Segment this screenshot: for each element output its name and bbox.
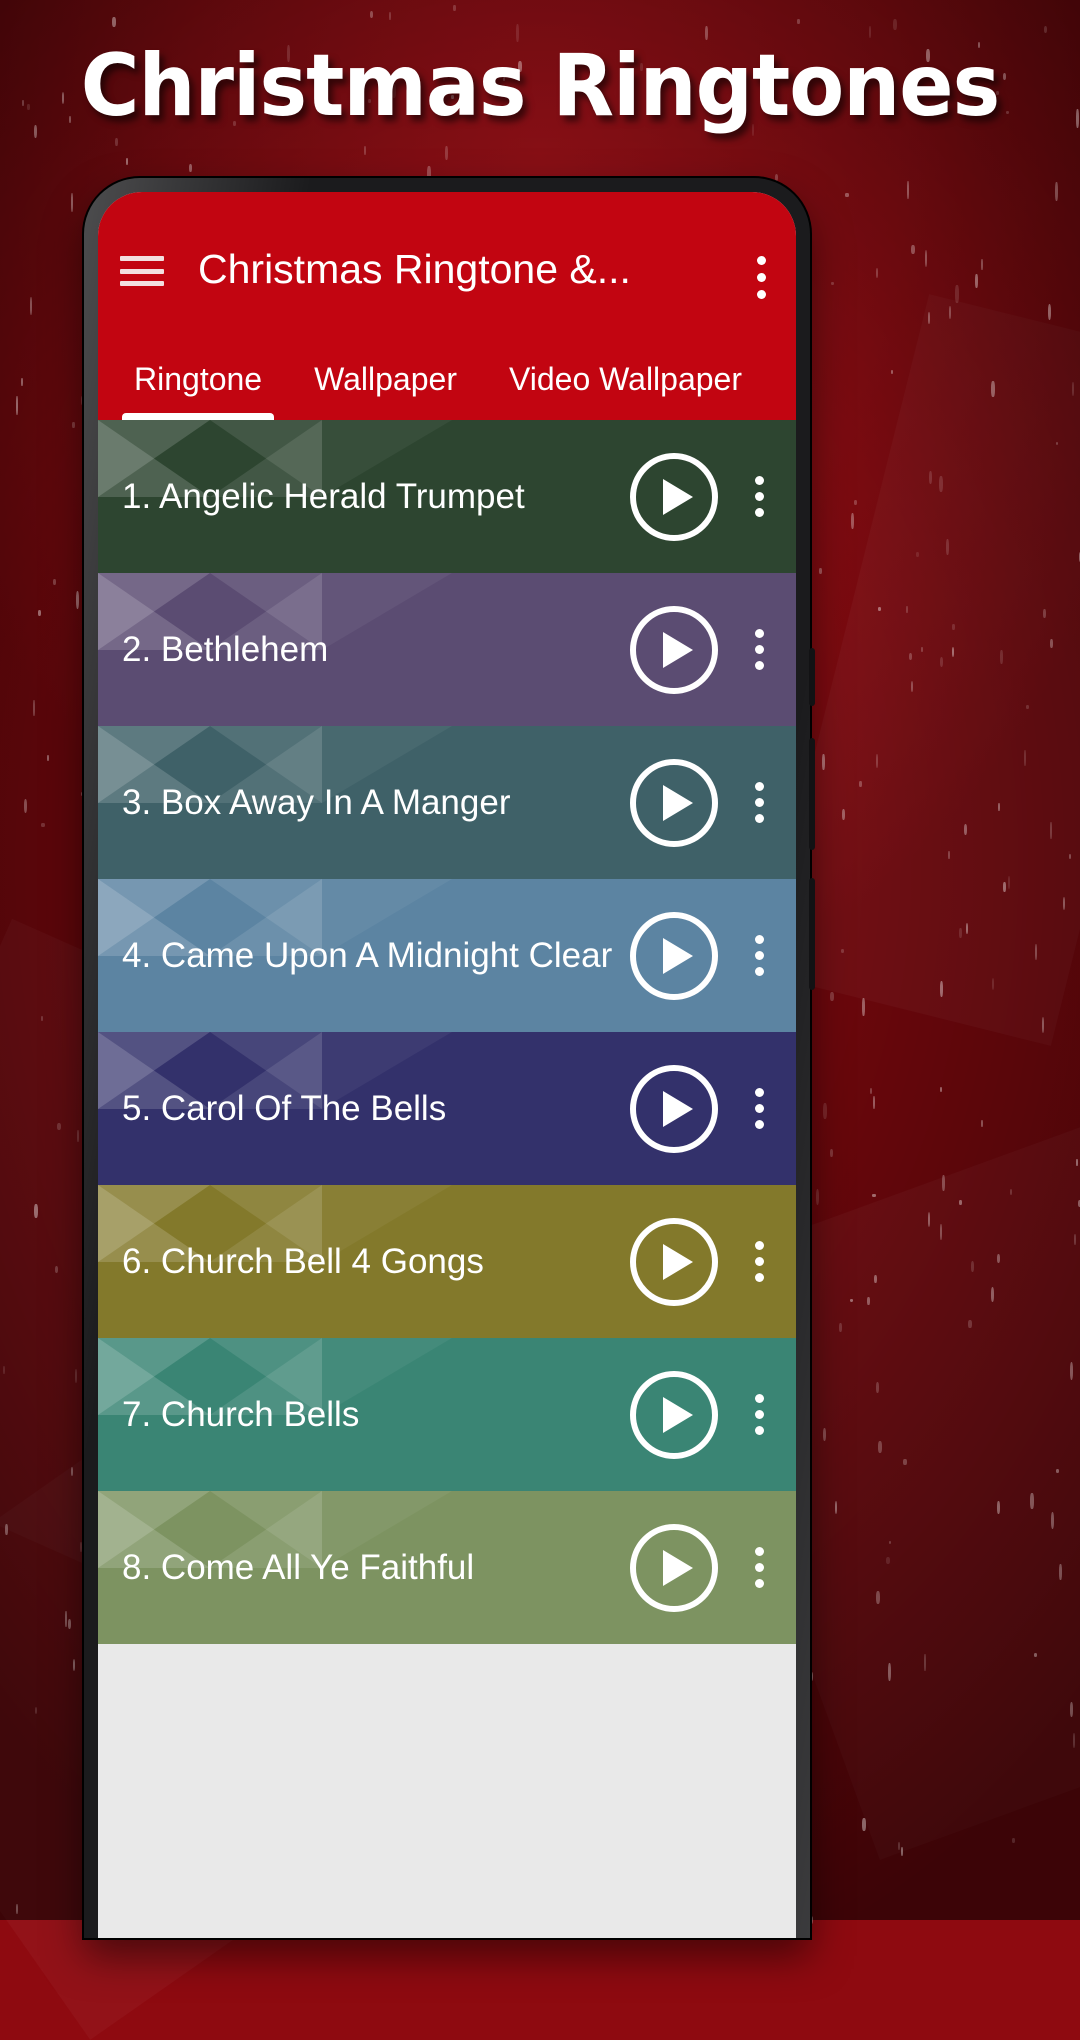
ringtone-title: 5. Carol Of The Bells <box>122 1088 447 1128</box>
play-icon[interactable] <box>630 758 718 847</box>
phone-button-power <box>809 648 815 706</box>
more-vert-icon[interactable] <box>736 629 782 670</box>
ringtone-row[interactable]: 8. Come All Ye Faithful <box>98 1491 796 1644</box>
ringtone-title: 4. Came Upon A Midnight Clear <box>122 935 613 975</box>
tab-wallpaper[interactable]: Wallpaper <box>288 361 483 420</box>
ringtone-row[interactable]: 7. Church Bells <box>98 1338 796 1491</box>
play-icon[interactable] <box>630 911 718 1000</box>
play-icon[interactable] <box>630 1217 718 1306</box>
tab-video-wallpaper[interactable]: Video Wallpaper <box>483 361 768 420</box>
ringtone-title: 2. Bethlehem <box>122 629 329 669</box>
phone-screen: Christmas Ringtone &... Ringtone Wallpape… <box>98 192 796 1938</box>
play-icon[interactable] <box>630 605 718 694</box>
tab-bar: Ringtone Wallpaper Video Wallpaper <box>98 350 796 420</box>
ringtone-title: 6. Church Bell 4 Gongs <box>122 1241 484 1281</box>
ringtone-title: 1. Angelic Herald Trumpet <box>122 476 525 516</box>
tab-ringtone[interactable]: Ringtone <box>108 361 288 420</box>
phone-button-volume-down <box>809 878 815 990</box>
hamburger-menu-icon[interactable] <box>120 256 164 286</box>
more-vert-icon[interactable] <box>736 1088 782 1129</box>
ringtone-row[interactable]: 2. Bethlehem <box>98 573 796 726</box>
app-bar: Christmas Ringtone &... <box>98 192 796 350</box>
play-icon[interactable] <box>630 1523 718 1612</box>
ringtone-title: 7. Church Bells <box>122 1394 360 1434</box>
more-vert-icon[interactable] <box>736 1547 782 1588</box>
ringtone-row[interactable]: 5. Carol Of The Bells <box>98 1032 796 1185</box>
page-title: Christmas Ringtones <box>80 36 1001 136</box>
ringtone-title: 3. Box Away In A Manger <box>122 782 511 822</box>
play-icon[interactable] <box>630 1064 718 1153</box>
more-vert-icon[interactable] <box>736 782 782 823</box>
ringtone-row[interactable]: 4. Came Upon A Midnight Clear <box>98 879 796 1032</box>
ringtone-row[interactable]: 1. Angelic Herald Trumpet <box>98 420 796 573</box>
play-icon[interactable] <box>630 452 718 541</box>
more-vert-icon[interactable] <box>756 256 766 299</box>
more-vert-icon[interactable] <box>736 1241 782 1282</box>
more-vert-icon[interactable] <box>736 935 782 976</box>
ringtone-list: 1. Angelic Herald Trumpet 2. Bethlehem 3. … <box>98 420 796 1644</box>
phone-mockup: Christmas Ringtone &... Ringtone Wallpape… <box>84 178 815 1938</box>
ringtone-row[interactable]: 3. Box Away In A Manger <box>98 726 796 879</box>
phone-button-volume-up <box>809 738 815 850</box>
ringtone-title: 8. Come All Ye Faithful <box>122 1547 475 1587</box>
play-icon[interactable] <box>630 1370 718 1459</box>
ringtone-row[interactable]: 6. Church Bell 4 Gongs <box>98 1185 796 1338</box>
more-vert-icon[interactable] <box>736 1394 782 1435</box>
app-bar-title: Christmas Ringtone &... <box>198 246 631 292</box>
more-vert-icon[interactable] <box>736 476 782 517</box>
